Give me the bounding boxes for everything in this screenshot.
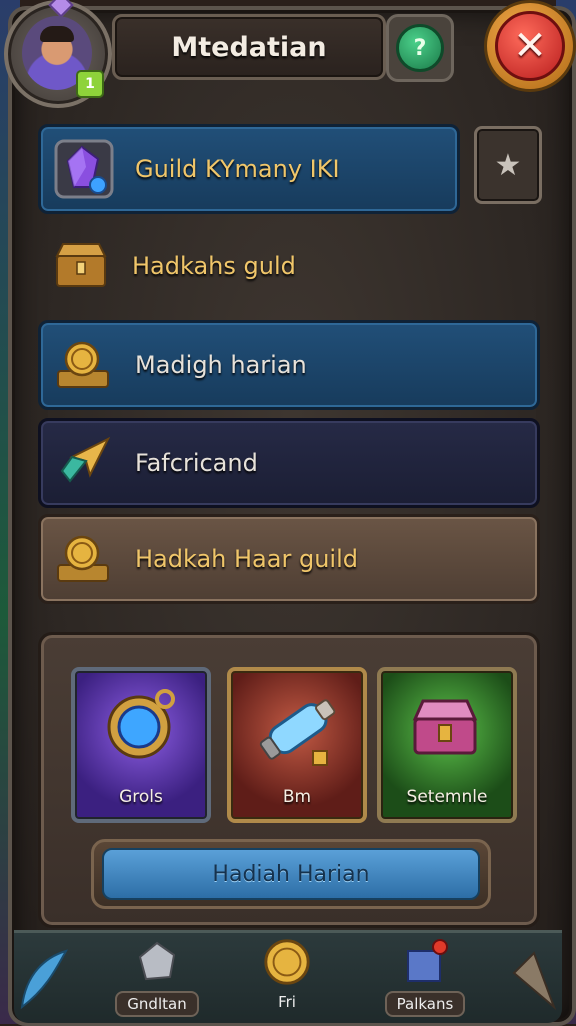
leaf-ornament-icon <box>20 949 69 1010</box>
treasure-chest-icon <box>44 229 118 303</box>
menu-item-daily[interactable]: Madigh harian <box>38 320 540 410</box>
claim-label: Hadiah Harian <box>212 861 370 887</box>
reward-card-setemnle[interactable]: Setemnle <box>377 667 517 823</box>
level-badge: 1 <box>76 70 104 98</box>
help-button[interactable]: ? <box>386 14 454 82</box>
bottom-nav: Gndltan Fri Palkans <box>14 930 562 1023</box>
menu-item-guild-bonus[interactable]: Hadkah Haar guild <box>38 514 540 604</box>
gold-coins-icon <box>47 328 121 402</box>
nav-label: Fri <box>278 993 296 1011</box>
nav-item-palkans[interactable]: Palkans <box>380 937 470 1021</box>
menu-item-fafcricand[interactable]: Fafcricand <box>38 418 540 508</box>
gold-coin-icon <box>262 937 312 987</box>
golden-arrow-icon <box>47 426 121 500</box>
menu-label: Hadkahs guld <box>132 252 296 280</box>
nav-label: Gndltan <box>115 991 199 1017</box>
card-label: Bm <box>282 787 312 807</box>
menu-label: Madigh harian <box>135 351 307 379</box>
favorite-button[interactable]: ★ <box>474 126 542 204</box>
hair-shape <box>40 26 74 42</box>
reward-card-grols[interactable]: Grols <box>71 667 211 823</box>
page-title: Mtedatian <box>171 31 327 63</box>
close-icon: ✕ <box>495 11 565 81</box>
title-bar: Mtedatian <box>112 14 386 80</box>
daily-reward-button-face: Hadiah Harian <box>102 848 480 900</box>
nav-item-fri[interactable]: Fri <box>242 937 332 1021</box>
player-avatar[interactable]: 1 <box>4 0 112 108</box>
corner-ornament-icon <box>512 951 557 1011</box>
amulet-icon <box>107 689 175 759</box>
purple-crystal-icon <box>47 132 121 206</box>
star-icon: ★ <box>494 147 522 183</box>
menu-item-guild-rewards[interactable]: Hadkahs guld <box>38 224 534 308</box>
help-glyph: ? <box>413 35 427 61</box>
menu-label: Fafcricand <box>135 449 258 477</box>
nav-label: Palkans <box>384 991 466 1017</box>
crystal-box-icon <box>400 937 450 987</box>
card-label: Grols <box>119 787 163 807</box>
nav-item-gndltan[interactable]: Gndltan <box>112 937 202 1021</box>
reward-panel: Grols Bm Setemnle Hadiah Harian <box>38 632 540 928</box>
close-glyph: ✕ <box>513 23 547 69</box>
menu-label: Guild KYmany IKI <box>135 155 340 183</box>
card-label: Setemnle <box>406 787 488 807</box>
potion-icon <box>259 699 336 766</box>
gem-icon <box>48 0 74 18</box>
daily-reward-button[interactable]: Hadiah Harian <box>91 839 491 909</box>
reward-card-bm[interactable]: Bm <box>227 667 367 823</box>
treasure-chest-icon <box>412 699 478 755</box>
close-button[interactable]: ✕ <box>484 0 576 92</box>
gold-coins-icon <box>47 522 121 596</box>
silver-ore-icon <box>132 937 182 987</box>
menu-item-guild[interactable]: Guild KYmany IKI <box>38 124 460 214</box>
menu-label: Hadkah Haar guild <box>135 545 358 573</box>
help-icon: ? <box>396 24 444 72</box>
